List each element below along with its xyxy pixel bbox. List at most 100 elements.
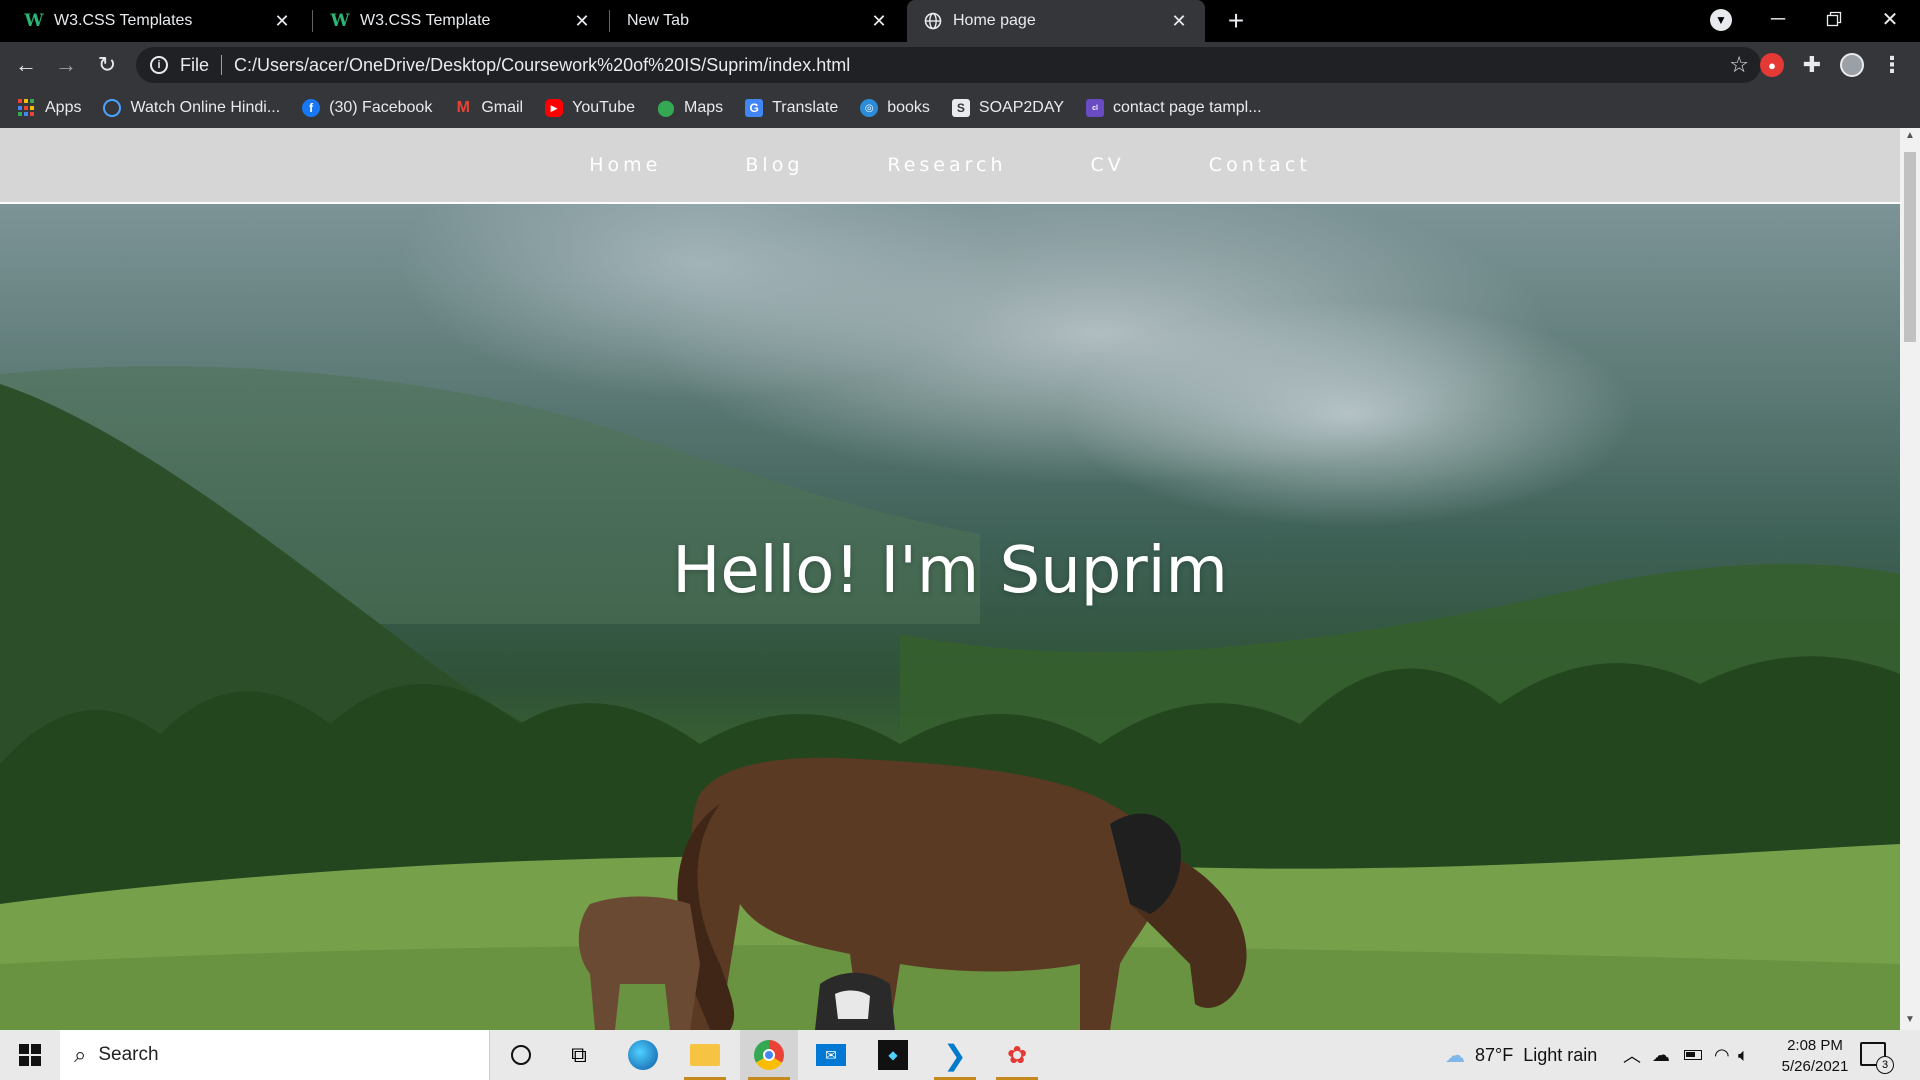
- back-arrow-icon[interactable]: ←: [10, 49, 42, 81]
- speaker-icon: 🔈︎: [1738, 1044, 1749, 1065]
- cortana-button[interactable]: [492, 1030, 550, 1080]
- tab-w3css-templates[interactable]: W W3.CSS Templates ✕: [8, 0, 308, 42]
- window-close-icon[interactable]: ✕: [1862, 0, 1918, 38]
- scheme-label: File: [180, 54, 210, 75]
- volume-tray[interactable]: 🔈︎: [1738, 1030, 1749, 1080]
- action-center-icon[interactable]: 3: [1860, 1042, 1894, 1074]
- profile-avatar-icon[interactable]: [1840, 53, 1864, 77]
- task-view-icon: ⧉: [571, 1042, 587, 1067]
- bookmark-label: YouTube: [572, 99, 635, 116]
- bookmark-watch-online[interactable]: Watch Online Hindi...: [103, 99, 280, 117]
- taskbar-search-box[interactable]: ⌕ Search: [60, 1030, 490, 1080]
- bookmark-soap2day[interactable]: S SOAP2DAY: [951, 99, 1064, 117]
- address-separator: [221, 55, 223, 75]
- kebab-menu-icon[interactable]: ⋮: [1880, 52, 1904, 77]
- taskbar-app-chrome[interactable]: [740, 1030, 798, 1080]
- close-icon[interactable]: ✕: [869, 11, 889, 31]
- windows-logo-icon: [19, 1044, 41, 1066]
- close-icon[interactable]: ✕: [572, 11, 592, 31]
- tab-new-tab[interactable]: New Tab ✕: [611, 0, 905, 42]
- bookmark-label: books: [887, 99, 930, 116]
- bookmark-label: Watch Online Hindi...: [130, 99, 281, 116]
- tab-separator: [609, 10, 610, 32]
- weather-text: 87°F Light rain: [1475, 1044, 1598, 1065]
- bookmark-label: Apps: [45, 99, 82, 116]
- nav-link-blog[interactable]: Blog: [745, 154, 803, 176]
- nav-link-cv[interactable]: CV: [1091, 154, 1125, 176]
- scroll-up-arrow-icon[interactable]: ▲: [1904, 130, 1916, 142]
- bookmark-facebook[interactable]: f (30) Facebook: [302, 99, 432, 117]
- gmail-icon: M: [456, 99, 470, 116]
- tab-title: W3.CSS Templates: [54, 12, 193, 29]
- tab-title: New Tab: [627, 12, 689, 29]
- bookmark-youtube[interactable]: ▶ YouTube: [545, 99, 635, 117]
- taskbar-app-paint[interactable]: ✿: [988, 1030, 1046, 1080]
- show-hidden-icons-button[interactable]: ︿: [1623, 1030, 1641, 1080]
- bookmark-label: (30) Facebook: [329, 99, 433, 116]
- extensions-puzzle-icon[interactable]: ✚: [1800, 52, 1824, 77]
- wifi-icon: ◠: [1714, 1044, 1730, 1065]
- bookmark-translate[interactable]: G Translate: [745, 99, 838, 117]
- tab-title: Home page: [953, 12, 1036, 29]
- extension-record-icon[interactable]: ●: [1760, 53, 1784, 77]
- bookmark-label: Translate: [772, 99, 839, 116]
- reload-icon[interactable]: ↻: [91, 49, 123, 81]
- close-icon[interactable]: ✕: [1169, 11, 1189, 31]
- bookmark-contact-page[interactable]: cl contact page tampl...: [1086, 99, 1262, 117]
- restore-icon[interactable]: [1806, 0, 1862, 38]
- bookmark-maps[interactable]: ⬤ Maps: [657, 99, 723, 117]
- chevron-up-icon: ︿: [1623, 1046, 1641, 1066]
- nav-link-contact[interactable]: Contact: [1209, 154, 1311, 176]
- w3-icon: W: [330, 11, 350, 31]
- folder-icon: [690, 1044, 720, 1066]
- weather-widget[interactable]: ☁ 87°F Light rain: [1445, 1030, 1597, 1080]
- bookmark-apps[interactable]: Apps: [18, 99, 81, 117]
- page-scrollbar[interactable]: ▲ ▼: [1900, 128, 1920, 1030]
- taskbar-app-vscode[interactable]: ❯: [926, 1030, 984, 1080]
- cloud-icon: ☁: [1652, 1044, 1670, 1065]
- translate-icon: G: [745, 99, 764, 117]
- apps-grid-icon: [18, 99, 36, 117]
- clock-time: 2:08 PM: [1787, 1037, 1843, 1054]
- start-button[interactable]: [0, 1030, 60, 1080]
- tab-strip: W W3.CSS Templates ✕ W W3.CSS Template ✕…: [0, 0, 1920, 42]
- battery-icon: [1684, 1050, 1702, 1060]
- minimize-icon[interactable]: ─: [1750, 0, 1806, 38]
- onedrive-tray[interactable]: ☁: [1652, 1030, 1670, 1080]
- bookmark-star-icon[interactable]: ☆: [1729, 52, 1749, 78]
- notification-count-badge: 3: [1876, 1056, 1894, 1074]
- nav-link-home[interactable]: Home: [589, 154, 661, 176]
- books-icon: ◎: [860, 99, 879, 117]
- new-tab-plus-icon[interactable]: +: [1220, 5, 1252, 37]
- search-placeholder: Search: [98, 1044, 159, 1065]
- watch-online-icon: [103, 99, 122, 117]
- address-bar[interactable]: i File C:/Users/acer/OneDrive/Desktop/Co…: [136, 47, 1761, 83]
- url-text[interactable]: C:/Users/acer/OneDrive/Desktop/Coursewor…: [234, 55, 850, 76]
- battery-tray[interactable]: [1684, 1030, 1702, 1080]
- site-info-icon[interactable]: i: [150, 56, 168, 74]
- taskbar-app-edge[interactable]: [614, 1030, 672, 1080]
- bookmark-label: contact page tampl...: [1113, 99, 1262, 116]
- scrollbar-thumb[interactable]: [1904, 152, 1916, 342]
- taskbar-app-predator[interactable]: ◆: [864, 1030, 922, 1080]
- close-icon[interactable]: ✕: [272, 11, 292, 31]
- maps-icon: ⬤: [657, 100, 675, 117]
- predator-sense-icon: ◆: [878, 1040, 908, 1070]
- mail-icon: ✉: [816, 1044, 846, 1066]
- scroll-down-arrow-icon[interactable]: ▼: [1904, 1014, 1916, 1026]
- windows-taskbar: ⌕ Search ⧉ ✉ ◆ ❯ ✿ ☁ 87°F Light rain ︿ ☁: [0, 1030, 1920, 1080]
- tab-w3css-template[interactable]: W W3.CSS Template ✕: [314, 0, 608, 42]
- tab-home-page[interactable]: Home page ✕: [907, 0, 1205, 42]
- taskbar-app-mail[interactable]: ✉: [802, 1030, 860, 1080]
- task-view-button[interactable]: ⧉: [550, 1030, 608, 1080]
- browser-toolbar: ← → ↻ i File C:/Users/acer/OneDrive/Desk…: [0, 42, 1920, 88]
- taskbar-app-file-explorer[interactable]: [676, 1030, 734, 1080]
- page-viewport: Home Blog Research CV Contact Hello! I'm…: [0, 128, 1920, 1030]
- nav-link-research[interactable]: Research: [887, 154, 1006, 176]
- bookmark-gmail[interactable]: M Gmail: [454, 99, 523, 117]
- forward-arrow-icon[interactable]: →: [50, 49, 82, 81]
- bookmark-books[interactable]: ◎ books: [860, 99, 930, 117]
- system-clock[interactable]: 2:08 PM 5/26/2021: [1760, 1035, 1870, 1077]
- tab-search-dropdown-icon[interactable]: ▼: [1710, 9, 1732, 31]
- wifi-tray[interactable]: ◠: [1714, 1030, 1730, 1080]
